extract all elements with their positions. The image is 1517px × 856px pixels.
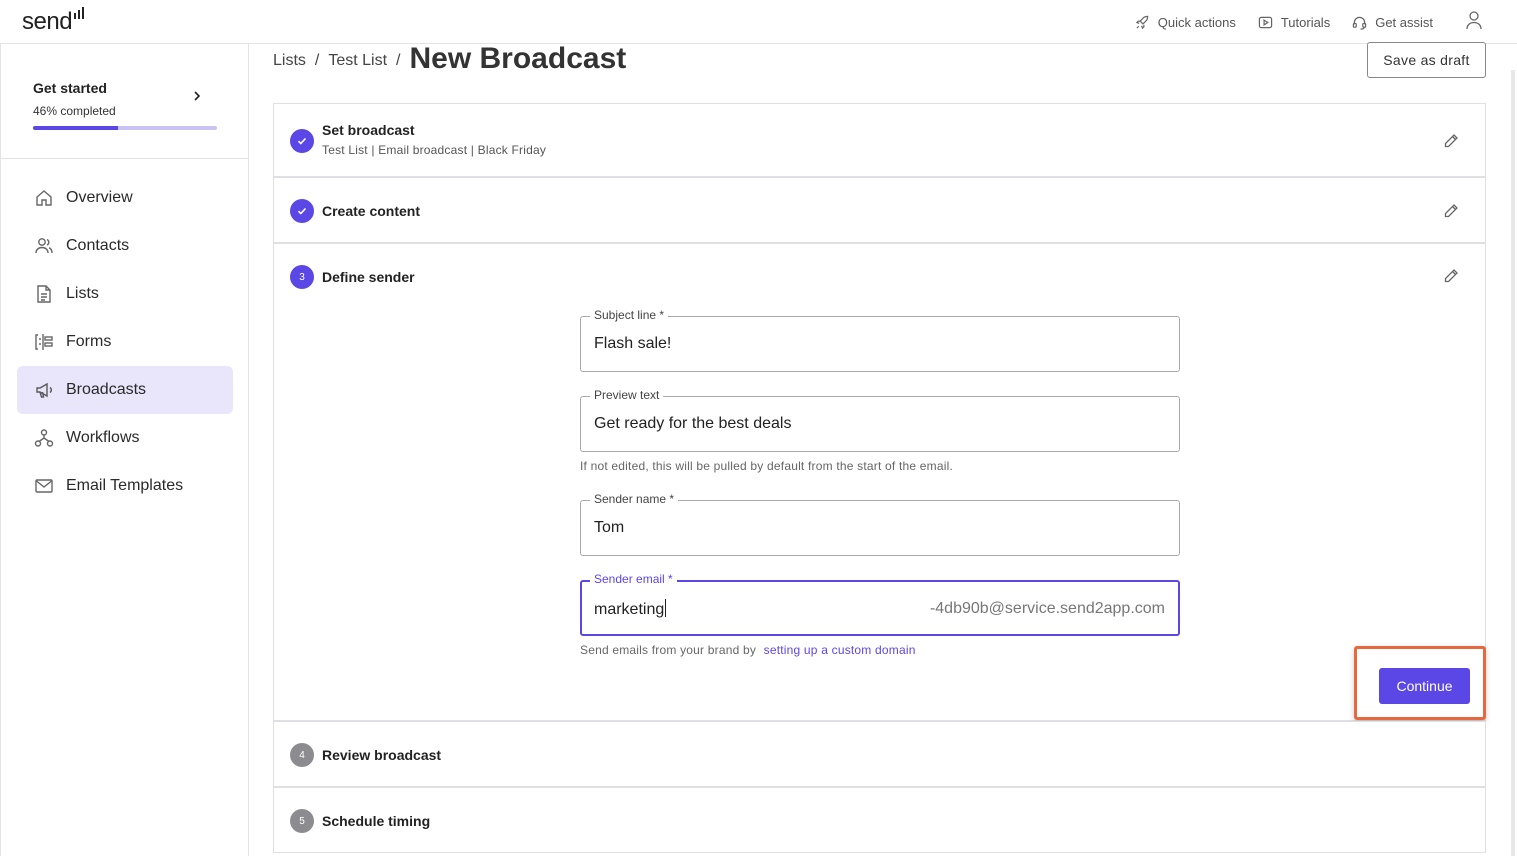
sender-email-helper: Send emails from your brand by setting u…: [580, 643, 916, 657]
logo-bars-icon: [74, 7, 85, 19]
mail-icon: [35, 479, 53, 493]
sidebar-item-label: Overview: [66, 189, 133, 206]
get-started-progress-label: 46% completed: [33, 104, 116, 118]
step-title: Define sender: [322, 269, 415, 285]
top-actions: Quick actions Tutorials Get assist: [1135, 0, 1517, 44]
step-number-badge: 5: [290, 809, 314, 833]
save-as-draft-button[interactable]: Save as draft: [1367, 42, 1486, 78]
step-title: Schedule timing: [322, 813, 431, 829]
sender-email-text: marketing: [594, 601, 665, 618]
sender-email-helper-text: Send emails from your brand by: [580, 643, 757, 657]
step-schedule-timing: 5 Schedule timing: [273, 787, 1486, 853]
send-logo[interactable]: send: [22, 7, 85, 36]
sidebar-item-broadcasts[interactable]: Broadcasts: [17, 366, 233, 414]
sidebar-nav: Overview Contacts Lists Forms Broadcasts…: [17, 174, 233, 510]
top-bar: send Quick actions Tutorials Get assist: [0, 0, 1517, 44]
step-set-broadcast: Set broadcast Test List | Email broadcas…: [273, 103, 1486, 177]
step-number-badge: 4: [290, 743, 314, 767]
home-icon: [36, 190, 52, 206]
breadcrumb-lists-link[interactable]: Lists: [273, 52, 306, 70]
breadcrumb-separator: /: [314, 52, 320, 69]
sidebar-item-workflows[interactable]: Workflows: [17, 414, 233, 462]
user-icon: [1466, 10, 1482, 29]
quick-actions-button[interactable]: Quick actions: [1135, 15, 1236, 30]
get-assist-button[interactable]: Get assist: [1352, 15, 1433, 30]
continue-button[interactable]: Continue: [1379, 668, 1470, 704]
sender-email-label: Sender email *: [590, 572, 677, 586]
get-started-progress-bar: [33, 126, 217, 130]
step-subtitle: Test List | Email broadcast | Black Frid…: [322, 143, 547, 157]
sidebar-item-forms[interactable]: Forms: [17, 318, 233, 366]
sender-name-label: Sender name *: [590, 492, 679, 506]
get-started-title: Get started: [33, 80, 107, 96]
preview-text-value: Get ready for the best deals: [594, 415, 792, 432]
sidebar-item-overview[interactable]: Overview: [17, 174, 233, 222]
preview-text-field[interactable]: Preview text Get ready for the best deal…: [580, 388, 1180, 452]
megaphone-icon: [36, 382, 52, 398]
step-title: Review broadcast: [322, 747, 442, 763]
step-create-content: Create content: [273, 177, 1486, 243]
get-assist-label: Get assist: [1375, 14, 1433, 30]
headset-icon: [1353, 16, 1367, 30]
edit-pencil-icon[interactable]: [1443, 133, 1459, 149]
step-title: Set broadcast: [322, 122, 415, 138]
sidebar-item-label: Lists: [66, 285, 99, 302]
chevron-right-icon[interactable]: [191, 90, 203, 102]
text-caret: [665, 599, 667, 617]
sidebar-item-lists[interactable]: Lists: [17, 270, 233, 318]
breadcrumb-test-list-link[interactable]: Test List: [328, 52, 387, 70]
subject-line-label: Subject line *: [590, 308, 669, 322]
sender-email-field[interactable]: Sender email * marketing -4db90b@service…: [580, 572, 1180, 636]
quick-actions-label: Quick actions: [1157, 14, 1236, 30]
sidebar-item-email-templates[interactable]: Email Templates: [17, 462, 233, 510]
step-complete-check-icon: [290, 199, 314, 223]
forms-icon: [35, 334, 53, 350]
subject-line-field[interactable]: Subject line * Flash sale!: [580, 308, 1180, 372]
edit-pencil-icon[interactable]: [1443, 203, 1459, 219]
user-menu-button[interactable]: [1465, 10, 1483, 35]
sender-name-field[interactable]: Sender name * Tom: [580, 492, 1180, 556]
step-review-broadcast: 4 Review broadcast: [273, 721, 1486, 787]
step-define-sender: 3 Define sender Subject line * Flash sal…: [273, 243, 1486, 721]
sidebar-item-label: Broadcasts: [66, 381, 147, 398]
sender-name-value: Tom: [594, 519, 625, 536]
page-scrollbar[interactable]: [1511, 70, 1515, 856]
workflow-icon: [34, 429, 54, 447]
contacts-icon: [35, 238, 53, 254]
preview-text-label: Preview text: [590, 388, 664, 402]
subject-line-value: Flash sale!: [594, 335, 672, 352]
get-started-panel[interactable]: Get started 46% completed: [1, 44, 249, 159]
document-icon: [37, 285, 51, 303]
step-complete-check-icon: [290, 129, 314, 153]
sidebar-item-label: Forms: [66, 333, 112, 350]
sidebar: Get started 46% completed Overview Conta…: [0, 44, 249, 856]
breadcrumb-separator: /: [396, 52, 401, 69]
continue-highlight: Continue: [1354, 646, 1486, 720]
preview-text-helper: If not edited, this will be pulled by de…: [580, 459, 953, 473]
sidebar-item-label: Contacts: [66, 237, 130, 254]
sender-email-domain-suffix: -4db90b@service.send2app.com: [929, 600, 1165, 617]
step-number-badge: 3: [290, 265, 314, 289]
sender-email-value: marketing: [594, 599, 667, 619]
custom-domain-link[interactable]: setting up a custom domain: [764, 643, 916, 657]
rocket-icon: [1135, 15, 1149, 29]
tutorials-label: Tutorials: [1280, 14, 1331, 30]
sidebar-item-contacts[interactable]: Contacts: [17, 222, 233, 270]
progress-fill: [33, 126, 118, 130]
page-title: New Broadcast: [409, 42, 627, 75]
tutorials-button[interactable]: Tutorials: [1258, 15, 1330, 30]
sidebar-item-label: Email Templates: [66, 477, 184, 494]
edit-pencil-icon[interactable]: [1443, 268, 1459, 284]
logo-text: send: [22, 8, 73, 35]
play-icon: [1258, 16, 1273, 28]
sidebar-item-label: Workflows: [66, 429, 140, 446]
step-title: Create content: [322, 203, 421, 219]
breadcrumb: Lists / Test List / New Broadcast: [273, 42, 627, 78]
